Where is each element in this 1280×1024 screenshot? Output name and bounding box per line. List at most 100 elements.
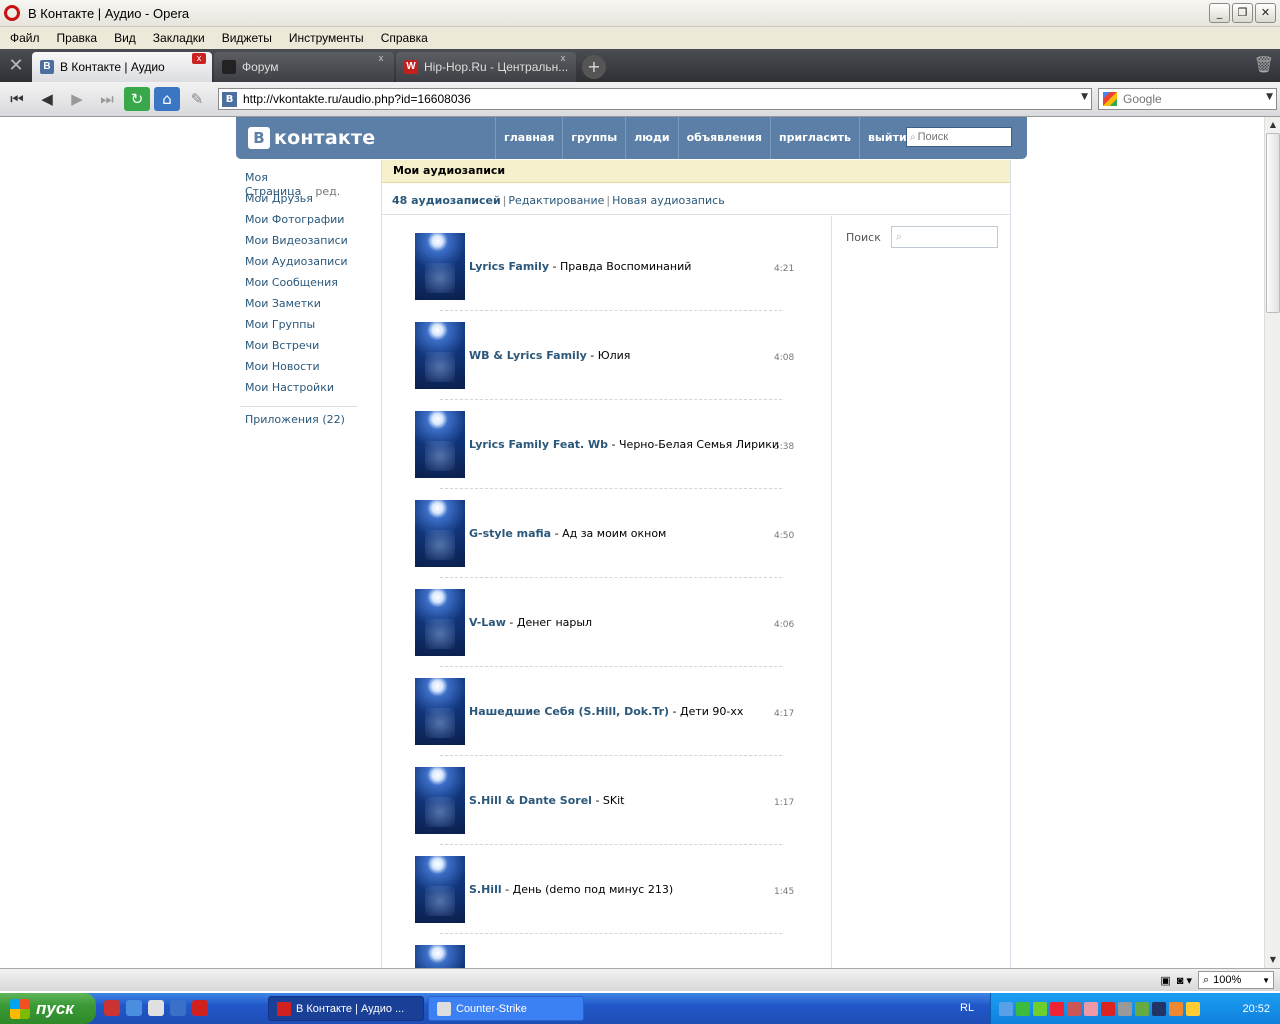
opera-icon[interactable]: [192, 1000, 208, 1016]
close-tab-icon[interactable]: x: [192, 53, 206, 64]
menu-edit[interactable]: Правка: [57, 31, 98, 45]
album-cover[interactable]: [415, 411, 465, 478]
menu-view[interactable]: Вид: [114, 31, 136, 45]
tray-icon[interactable]: [1084, 1001, 1098, 1016]
vertical-scrollbar[interactable]: ▲ ▼: [1264, 117, 1280, 968]
menu-bookmarks[interactable]: Закладки: [153, 31, 205, 45]
tray-icon[interactable]: [1135, 1001, 1149, 1016]
start-button[interactable]: пуск: [0, 993, 96, 1024]
tab-hiphop[interactable]: W Hip-Hop.Ru - Центральн... x: [396, 52, 576, 82]
vk-search-input[interactable]: [917, 131, 1008, 143]
menu-item-my-page[interactable]: Моя Страница ред.: [245, 171, 365, 198]
menu-item-news[interactable]: Мои Новости: [245, 360, 365, 381]
album-cover[interactable]: [415, 945, 465, 968]
track-artist[interactable]: V-Law: [469, 616, 506, 629]
vk-logo[interactable]: B контакте: [248, 127, 375, 149]
track-artist[interactable]: Lyrics Family: [469, 260, 549, 273]
chevron-down-icon[interactable]: ▼: [1262, 976, 1270, 985]
menu-item-groups[interactable]: Мои Группы: [245, 318, 365, 339]
home-icon[interactable]: ⌂: [154, 87, 180, 111]
panel-icon[interactable]: ▣: [1160, 974, 1170, 987]
album-cover[interactable]: [415, 678, 465, 745]
track-artist[interactable]: WB & Lyrics Family: [469, 349, 587, 362]
nav-invite[interactable]: пригласить: [770, 117, 859, 159]
menu-item-messages[interactable]: Мои Сообщения: [245, 276, 365, 297]
menu-item-notes[interactable]: Мои Заметки: [245, 297, 365, 318]
nav-people[interactable]: люди: [625, 117, 677, 159]
tray-icon[interactable]: [1169, 1001, 1183, 1016]
edit-icon[interactable]: ✎: [184, 87, 210, 111]
fast-forward-icon[interactable]: ⏭: [94, 87, 120, 111]
track-artist[interactable]: Нашедшие Себя (S.Hill, Dok.Tr): [469, 705, 669, 718]
web-search-input[interactable]: [1123, 92, 1253, 106]
album-cover[interactable]: [415, 767, 465, 834]
scroll-thumb[interactable]: [1266, 133, 1280, 313]
menu-item-friends[interactable]: Мои Друзья: [245, 192, 365, 213]
track-artist[interactable]: S.Hill & Dante Sorel: [469, 794, 592, 807]
tray-icon[interactable]: [1101, 1001, 1115, 1016]
scroll-up-icon[interactable]: ▲: [1265, 117, 1280, 133]
reload-icon[interactable]: ↻: [124, 87, 150, 111]
tray-icon[interactable]: [1050, 1001, 1064, 1016]
nav-groups[interactable]: группы: [562, 117, 625, 159]
maximize-button[interactable]: ❐: [1232, 3, 1253, 23]
tray-icon[interactable]: [999, 1001, 1013, 1016]
tray-icon[interactable]: [1033, 1001, 1047, 1016]
album-cover[interactable]: [415, 589, 465, 656]
chevron-down-icon[interactable]: ▼: [1266, 92, 1273, 102]
tab-vk-audio[interactable]: B В Контакте | Аудио x: [32, 52, 212, 82]
menu-item-audio[interactable]: Мои Аудиозаписи: [245, 255, 365, 276]
close-tab-icon[interactable]: x: [556, 53, 570, 64]
track-artist[interactable]: S.Hill: [469, 883, 502, 896]
zoom-control[interactable]: ⌕ 100% ▼: [1198, 971, 1274, 989]
tray-icon[interactable]: [1186, 1001, 1200, 1016]
edit-link[interactable]: ред.: [315, 185, 340, 198]
forward-icon[interactable]: ▶: [64, 87, 90, 111]
tray-icon[interactable]: [1152, 1001, 1166, 1016]
tools-icon[interactable]: ✕: [0, 49, 32, 82]
tray-icon[interactable]: [1016, 1001, 1030, 1016]
back-icon[interactable]: ◀: [34, 87, 60, 111]
menu-item-videos[interactable]: Мои Видеозаписи: [245, 234, 365, 255]
taskbar-window-cs[interactable]: Counter-Strike: [428, 996, 584, 1021]
explorer-icon[interactable]: [170, 1000, 186, 1016]
menu-tools[interactable]: Инструменты: [289, 31, 364, 45]
address-field[interactable]: B http://vkontakte.ru/audio.php?id=16608…: [218, 88, 1092, 110]
album-cover[interactable]: [415, 322, 465, 389]
track-artist[interactable]: Lyrics Family Feat. Wb: [469, 438, 608, 451]
close-tab-icon[interactable]: x: [374, 53, 388, 64]
quick-launch-icon[interactable]: [104, 1000, 120, 1016]
edit-audio-link[interactable]: Редактирование: [508, 194, 604, 207]
new-tab-button[interactable]: +: [582, 55, 606, 79]
menu-widgets[interactable]: Виджеты: [222, 31, 272, 45]
ie-icon[interactable]: [126, 1000, 142, 1016]
vk-search-field[interactable]: ⌕: [906, 127, 1012, 147]
nav-ads[interactable]: объявления: [677, 117, 770, 159]
trash-icon[interactable]: 🗑: [1254, 55, 1274, 74]
images-icon[interactable]: ◙ ▾: [1177, 974, 1192, 987]
tab-forum[interactable]: Форум x: [214, 52, 394, 82]
rewind-icon[interactable]: ⏮: [4, 87, 30, 111]
media-player-icon[interactable]: [148, 1000, 164, 1016]
taskbar-window-opera[interactable]: В Контакте | Аудио ...: [268, 996, 424, 1021]
menu-help[interactable]: Справка: [381, 31, 428, 45]
tray-icon[interactable]: [1118, 1001, 1132, 1016]
menu-item-settings[interactable]: Мои Настройки: [245, 381, 365, 402]
menu-file[interactable]: Файл: [10, 31, 40, 45]
close-window-button[interactable]: ✕: [1255, 3, 1276, 23]
web-search-field[interactable]: ▼: [1098, 88, 1277, 110]
language-indicator[interactable]: RL: [960, 1002, 974, 1014]
album-cover[interactable]: [415, 856, 465, 923]
chevron-down-icon[interactable]: ▼: [1081, 92, 1088, 102]
menu-item-events[interactable]: Мои Встречи: [245, 339, 365, 360]
album-cover[interactable]: [415, 500, 465, 567]
menu-item-apps[interactable]: Приложения (22): [245, 413, 365, 426]
menu-item-photos[interactable]: Мои Фотографии: [245, 213, 365, 234]
scroll-down-icon[interactable]: ▼: [1265, 952, 1280, 968]
nav-home[interactable]: главная: [495, 117, 562, 159]
minimize-button[interactable]: _: [1209, 3, 1230, 23]
track-artist[interactable]: G-style mafia: [469, 527, 551, 540]
audio-search-input[interactable]: ⌕: [890, 226, 998, 248]
new-audio-link[interactable]: Новая аудиозапись: [612, 194, 725, 207]
tray-icon[interactable]: [1067, 1001, 1081, 1016]
